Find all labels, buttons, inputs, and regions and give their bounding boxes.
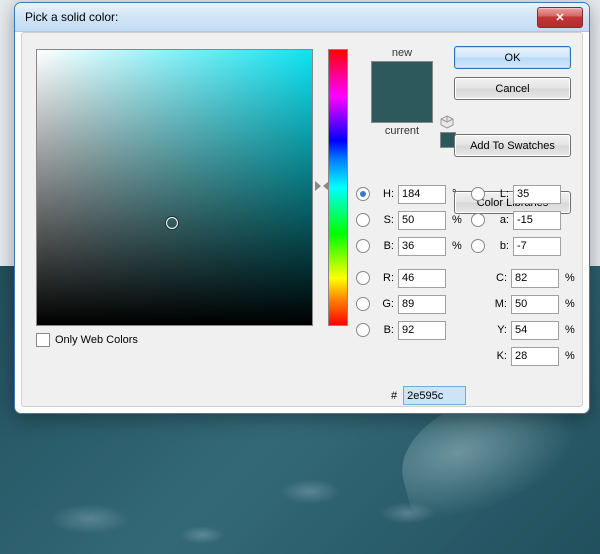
- y-input[interactable]: [511, 321, 559, 340]
- add-to-swatches-button[interactable]: Add To Swatches: [454, 134, 571, 157]
- m-input[interactable]: [511, 295, 559, 314]
- k-input[interactable]: [511, 347, 559, 366]
- close-button[interactable]: ✕: [537, 7, 583, 28]
- a-radio[interactable]: [471, 213, 485, 227]
- rgb-b-label: B:: [376, 324, 394, 336]
- hue-slider-thumb[interactable]: [315, 181, 329, 191]
- color-picker-dialog: Pick a solid color: ✕ new current O: [14, 2, 590, 414]
- k-label: K:: [489, 350, 507, 362]
- close-icon: ✕: [555, 11, 564, 24]
- g-label: G:: [376, 298, 394, 310]
- lab-b-radio[interactable]: [471, 239, 485, 253]
- hue-radio[interactable]: [356, 187, 370, 201]
- c-label: C:: [489, 272, 507, 284]
- current-color-swatch[interactable]: [372, 92, 432, 122]
- r-input[interactable]: [398, 269, 446, 288]
- l-radio[interactable]: [471, 187, 485, 201]
- r-label: R:: [376, 272, 394, 284]
- current-label: current: [367, 125, 437, 137]
- saturation-value-field[interactable]: [36, 49, 313, 326]
- deg-unit: °: [452, 188, 466, 200]
- hue-strip[interactable]: [328, 49, 348, 326]
- hue-input[interactable]: [398, 185, 446, 204]
- l-label: L:: [491, 188, 509, 200]
- sv-cursor[interactable]: [166, 217, 178, 229]
- lab-b-label: b:: [491, 240, 509, 252]
- a-input[interactable]: [513, 211, 561, 230]
- dialog-title: Pick a solid color:: [25, 10, 118, 24]
- hex-label: #: [391, 390, 397, 402]
- rgb-b-input[interactable]: [398, 321, 446, 340]
- r-radio[interactable]: [356, 271, 370, 285]
- triangle-right-icon: [315, 181, 321, 191]
- h-label: H:: [376, 188, 394, 200]
- only-web-colors-label: Only Web Colors: [55, 334, 138, 346]
- ok-button[interactable]: OK: [454, 46, 571, 69]
- cancel-button[interactable]: Cancel: [454, 77, 571, 100]
- g-radio[interactable]: [356, 297, 370, 311]
- gamut-warning-icon[interactable]: [440, 115, 454, 129]
- lab-b-input[interactable]: [513, 237, 561, 256]
- rgb-b-radio[interactable]: [356, 323, 370, 337]
- titlebar[interactable]: Pick a solid color: ✕: [15, 3, 589, 32]
- hex-input[interactable]: [403, 386, 466, 405]
- g-input[interactable]: [398, 295, 446, 314]
- y-label: Y:: [489, 324, 507, 336]
- s-label: S:: [376, 214, 394, 226]
- sat-radio[interactable]: [356, 213, 370, 227]
- c-input[interactable]: [511, 269, 559, 288]
- bri-radio[interactable]: [356, 239, 370, 253]
- color-preview: new current: [367, 47, 437, 139]
- a-label: a:: [491, 214, 509, 226]
- sat-input[interactable]: [398, 211, 446, 230]
- m-label: M:: [489, 298, 507, 310]
- b-label: B:: [376, 240, 394, 252]
- l-input[interactable]: [513, 185, 561, 204]
- new-color-swatch[interactable]: [372, 62, 432, 92]
- only-web-colors-checkbox[interactable]: [36, 333, 50, 347]
- bri-input[interactable]: [398, 237, 446, 256]
- new-label: new: [367, 47, 437, 59]
